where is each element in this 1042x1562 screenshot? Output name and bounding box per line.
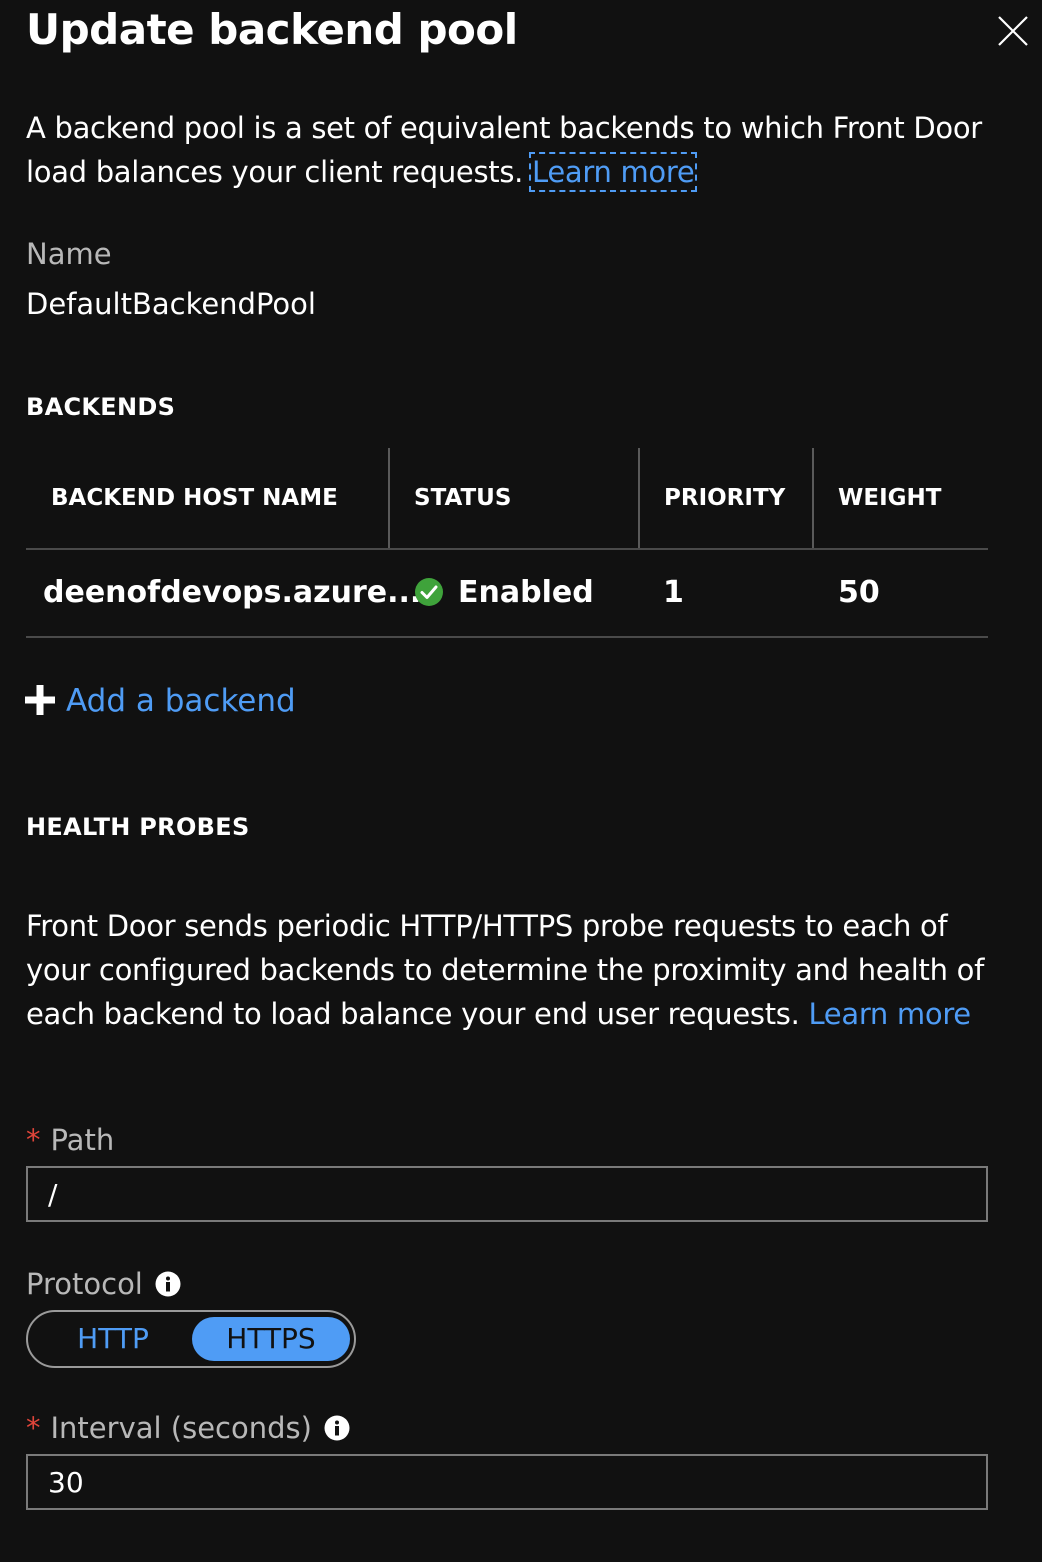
table-header: BACKEND HOST NAME STATUS PRIORITY WEIGHT [26, 448, 988, 550]
close-icon [998, 16, 1028, 46]
interval-label: * Interval (seconds) [26, 1410, 350, 1446]
table-row[interactable]: deenofdevops.azure... Enabled 1 50 [26, 550, 988, 638]
column-divider[interactable] [638, 448, 640, 548]
status-text: Enabled [458, 575, 594, 610]
info-icon[interactable] [155, 1271, 181, 1297]
path-input[interactable] [26, 1166, 988, 1222]
health-probes-learn-more-link[interactable]: Learn more [808, 997, 971, 1031]
intro-learn-more-link[interactable]: Learn more [528, 152, 698, 192]
add-backend-button[interactable]: Add a backend [24, 680, 296, 722]
protocol-label: Protocol [26, 1266, 181, 1302]
column-header-priority[interactable]: PRIORITY [664, 448, 785, 548]
protocol-toggle[interactable]: HTTP HTTPS [26, 1310, 356, 1368]
column-header-host[interactable]: BACKEND HOST NAME [51, 448, 338, 548]
check-circle-icon [415, 577, 443, 606]
protocol-option-http[interactable]: HTTP [34, 1317, 192, 1361]
protocol-option-https[interactable]: HTTPS [192, 1317, 350, 1361]
add-backend-label: Add a backend [66, 683, 296, 719]
close-button[interactable] [994, 12, 1032, 50]
required-asterisk: * [26, 1411, 41, 1445]
backend-weight-cell: 50 [838, 575, 880, 610]
backends-heading: BACKENDS [26, 393, 176, 421]
column-divider[interactable] [388, 448, 390, 548]
health-probes-heading: HEALTH PROBES [26, 813, 250, 841]
interval-label-text: Interval (seconds) [50, 1411, 312, 1445]
intro-text: A backend pool is a set of equivalent ba… [26, 111, 982, 189]
info-icon[interactable] [324, 1415, 350, 1441]
intro-paragraph: A backend pool is a set of equivalent ba… [26, 106, 986, 194]
health-probes-description: Front Door sends periodic HTTP/HTTPS pro… [26, 904, 986, 1036]
name-label: Name [26, 237, 112, 271]
panel-title: Update backend pool [26, 5, 518, 54]
name-value: DefaultBackendPool [26, 287, 316, 321]
backend-status-cell: Enabled [414, 550, 594, 636]
path-label: * Path [26, 1122, 114, 1158]
backend-host-cell[interactable]: deenofdevops.azure... [43, 550, 421, 636]
required-asterisk: * [26, 1123, 41, 1157]
column-header-status[interactable]: STATUS [414, 448, 511, 548]
column-header-weight[interactable]: WEIGHT [838, 448, 941, 548]
column-divider[interactable] [812, 448, 814, 548]
protocol-label-text: Protocol [26, 1267, 143, 1301]
interval-input[interactable] [26, 1454, 988, 1510]
path-label-text: Path [50, 1123, 115, 1157]
backend-priority-cell: 1 [663, 575, 684, 610]
backends-table: BACKEND HOST NAME STATUS PRIORITY WEIGHT… [26, 448, 988, 638]
plus-icon [25, 684, 55, 715]
